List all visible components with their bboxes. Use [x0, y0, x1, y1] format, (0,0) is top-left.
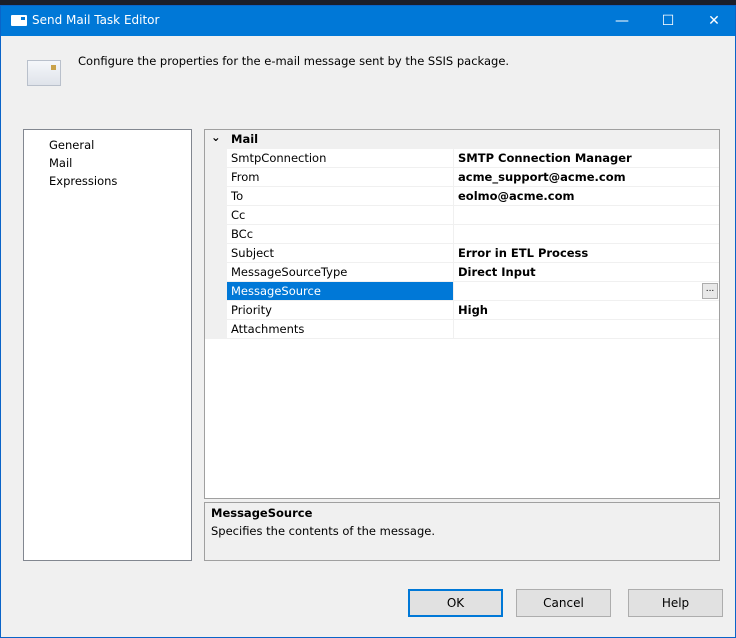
ellipsis-button[interactable]: ...: [702, 283, 718, 299]
property-value[interactable]: SMTP Connection Manager: [453, 149, 719, 168]
title-bar[interactable]: Send Mail Task Editor — ☐ ✕: [1, 6, 735, 36]
property-name[interactable]: Subject: [227, 244, 453, 263]
property-name[interactable]: SmtpConnection: [227, 149, 453, 168]
property-name[interactable]: BCc: [227, 225, 453, 244]
row-gutter: [205, 320, 227, 339]
row-gutter: [205, 244, 227, 263]
row-gutter: [205, 187, 227, 206]
page-list: General Mail Expressions: [23, 129, 192, 561]
ok-button[interactable]: OK: [408, 589, 503, 617]
row-gutter: [205, 225, 227, 244]
description-title: MessageSource: [211, 506, 313, 520]
property-name[interactable]: From: [227, 168, 453, 187]
property-row[interactable]: To eolmo@acme.com: [205, 187, 719, 206]
property-row[interactable]: BCc: [205, 225, 719, 244]
nav-item-mail[interactable]: Mail: [49, 156, 72, 170]
property-value[interactable]: High: [453, 301, 719, 320]
property-name[interactable]: Priority: [227, 301, 453, 320]
send-mail-task-editor-dialog: Send Mail Task Editor — ☐ ✕ Configure th…: [0, 5, 736, 638]
property-value[interactable]: [453, 320, 719, 339]
nav-item-general[interactable]: General: [49, 138, 94, 152]
property-row[interactable]: Priority High: [205, 301, 719, 320]
property-row[interactable]: MessageSource...: [205, 282, 719, 301]
header-description: Configure the properties for the e-mail …: [78, 54, 510, 68]
row-gutter: [205, 168, 227, 187]
row-gutter: [205, 206, 227, 225]
property-value[interactable]: Error in ETL Process: [453, 244, 719, 263]
help-button[interactable]: Help: [628, 589, 723, 617]
row-gutter: [205, 282, 227, 301]
property-row[interactable]: MessageSourceType Direct Input: [205, 263, 719, 282]
row-gutter: [205, 149, 227, 168]
description-panel: MessageSource Specifies the contents of …: [204, 502, 720, 561]
property-row[interactable]: Attachments: [205, 320, 719, 339]
property-row[interactable]: From acme_support@acme.com: [205, 168, 719, 187]
category-label: Mail: [231, 132, 259, 146]
property-row[interactable]: SmtpConnection SMTP Connection Manager: [205, 149, 719, 168]
nav-item-expressions[interactable]: Expressions: [49, 174, 117, 188]
row-gutter: [205, 301, 227, 320]
property-grid: ⌄ Mail SmtpConnection SMTP Connection Man…: [204, 129, 720, 499]
property-value[interactable]: [453, 206, 719, 225]
property-name[interactable]: To: [227, 187, 453, 206]
close-button[interactable]: ✕: [691, 6, 736, 36]
property-name[interactable]: MessageSource: [227, 282, 453, 301]
mail-icon: [11, 15, 27, 26]
minimize-button[interactable]: —: [599, 6, 645, 36]
property-name[interactable]: Cc: [227, 206, 453, 225]
property-value[interactable]: Direct Input: [453, 263, 719, 282]
chevron-down-icon[interactable]: ⌄: [211, 130, 221, 144]
property-value[interactable]: [453, 282, 719, 301]
envelope-icon: [27, 60, 61, 86]
property-value[interactable]: acme_support@acme.com: [453, 168, 719, 187]
row-gutter: [205, 263, 227, 282]
property-row[interactable]: Subject Error in ETL Process: [205, 244, 719, 263]
property-row[interactable]: Cc: [205, 206, 719, 225]
window-title: Send Mail Task Editor: [32, 13, 160, 27]
property-value[interactable]: eolmo@acme.com: [453, 187, 719, 206]
property-name[interactable]: MessageSourceType: [227, 263, 453, 282]
property-value[interactable]: [453, 225, 719, 244]
description-text: Specifies the contents of the message.: [211, 524, 435, 538]
maximize-button[interactable]: ☐: [645, 6, 691, 36]
category-mail[interactable]: ⌄ Mail: [205, 130, 719, 149]
property-name[interactable]: Attachments: [227, 320, 453, 339]
cancel-button[interactable]: Cancel: [516, 589, 611, 617]
